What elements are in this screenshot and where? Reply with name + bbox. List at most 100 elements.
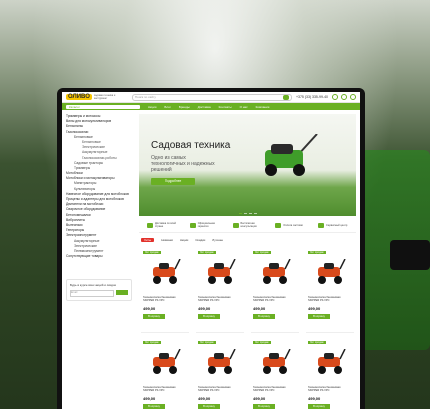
product-price: 499,00 [308, 396, 321, 401]
subscribe-email-input[interactable]: Email [70, 290, 114, 298]
user-icon[interactable] [332, 94, 338, 100]
lawn-mower-illustration [265, 134, 318, 176]
nav-link[interactable]: Доставка [198, 105, 211, 109]
logo-mark: ОЛИВО [66, 94, 92, 100]
product-badge: Хит продаж [143, 251, 161, 254]
add-to-cart-button[interactable]: В корзину [253, 404, 275, 409]
truck-icon [147, 222, 153, 228]
catalog-button[interactable]: Каталог [66, 104, 140, 109]
header-icons [332, 94, 356, 100]
subscribe-title: Будь в курсе всех акций и скидок [70, 283, 116, 288]
product-card[interactable]: Хит продаж Газонокосилка бензиновая SKIP… [196, 338, 244, 409]
nav-link[interactable]: О нас [240, 105, 248, 109]
mower-image [153, 259, 181, 284]
mower-image [153, 349, 181, 374]
product-badge: Хит продаж [198, 341, 216, 344]
product-price: 499,00 [198, 306, 211, 311]
product-price: 499,00 [143, 396, 156, 401]
add-to-cart-button[interactable]: В корзину [198, 404, 220, 409]
product-badge: Хит продаж [308, 251, 326, 254]
slider-dot[interactable] [248, 213, 252, 214]
product-card[interactable]: Хит продаж Газонокосилка бензиновая SKIP… [141, 338, 189, 409]
search-input[interactable]: Поиск по сайту [131, 93, 292, 101]
product-price: 499,00 [143, 306, 156, 311]
product-name[interactable]: Газонокосилка бензиновая SKIPPER PF-VPC [143, 386, 187, 392]
divider [306, 332, 354, 333]
tab-discounts[interactable]: Скидки [195, 238, 205, 242]
subscribe-box: Будь в курсе всех акций и скидок Email [66, 279, 132, 302]
product-grid: Хит продаж Газонокосилка бензиновая SKIP… [139, 245, 356, 409]
search-icon[interactable] [282, 94, 289, 100]
shield-icon [189, 222, 196, 228]
feature: Доставка по всей стране [147, 222, 177, 228]
add-to-cart-button[interactable]: В корзину [253, 314, 275, 319]
product-card[interactable]: Хит продаж Газонокосилка бензиновая SKIP… [306, 338, 354, 409]
slider-dot[interactable] [253, 213, 257, 214]
product-name[interactable]: Газонокосилка бензиновая SKIPPER PF-VPC [198, 296, 242, 302]
features-strip: Доставка по всей стране Официальная гара… [139, 216, 356, 233]
sidebar-item[interactable]: Сопутствующие товары [66, 254, 137, 259]
product-tabs: Хиты Новинки Акции Скидки Лучшее [139, 233, 356, 245]
divider [196, 332, 244, 333]
product-badge: Хит продаж [253, 251, 271, 254]
add-to-cart-button[interactable]: В корзину [308, 404, 330, 409]
wrench-icon [318, 222, 324, 228]
banner-subtitle: Одно из самых технологичных и надежных р… [151, 155, 215, 173]
product-card[interactable]: Хит продаж Газонокосилка бензиновая SKIP… [306, 248, 354, 333]
add-to-cart-button[interactable]: В корзину [198, 314, 220, 319]
add-to-cart-button[interactable]: В корзину [143, 314, 165, 319]
background-mower-wheel [390, 240, 430, 270]
catalog-sidebar: Триммеры и мотокосы Вилы для мотокультив… [62, 110, 137, 409]
tab-new[interactable]: Новинки [161, 238, 173, 242]
product-name[interactable]: Газонокосилка бензиновая SKIPPER PF-VPC [198, 386, 242, 392]
subscribe-button[interactable] [116, 290, 128, 296]
product-price: 499,00 [308, 306, 321, 311]
product-card[interactable]: Хит продаж Газонокосилка бензиновая SKIP… [251, 248, 299, 333]
product-card[interactable]: Хит продаж Газонокосилка бензиновая SKIP… [196, 248, 244, 333]
mower-image [263, 349, 291, 374]
product-card[interactable]: Хит продаж Газонокосилка бензиновая SKIP… [251, 338, 299, 409]
heart-icon[interactable] [341, 94, 347, 100]
tab-hits[interactable]: Хиты [141, 238, 155, 242]
add-to-cart-button[interactable]: В корзину [308, 314, 330, 319]
feature: Оплата частями [275, 222, 305, 228]
mower-image [208, 259, 236, 284]
product-name[interactable]: Газонокосилка бензиновая SKIPPER PF-VPC [143, 296, 187, 302]
slider-dot[interactable] [243, 213, 247, 214]
logo[interactable]: ОЛИВО садовая техника и инструмент [66, 94, 128, 100]
mower-image [318, 259, 346, 284]
tab-best[interactable]: Лучшее [212, 238, 223, 242]
product-badge: Хит продаж [308, 341, 326, 344]
mower-image [208, 349, 236, 374]
logo-tagline: садовая техника и инструмент [93, 94, 116, 100]
phone-number[interactable]: +375 (33) 335-99-40 [296, 95, 328, 99]
banner-title: Садовая техника [151, 140, 231, 151]
slider-dot[interactable] [238, 213, 242, 214]
mower-image [318, 349, 346, 374]
nav-link[interactable]: Компания [256, 105, 270, 109]
product-name[interactable]: Газонокосилка бензиновая SKIPPER PF-VPC [253, 386, 297, 392]
nav-link[interactable]: Блог [164, 105, 170, 109]
product-price: 499,00 [198, 396, 211, 401]
cart-icon[interactable] [350, 94, 356, 100]
product-card[interactable]: Хит продаж Газонокосилка бензиновая SKIP… [141, 248, 189, 333]
nav-link[interactable]: Контакты [219, 105, 232, 109]
chat-icon [232, 222, 239, 228]
search-placeholder: Поиск по сайту [134, 95, 156, 99]
website-screen: ОЛИВО садовая техника и инструмент Поиск… [62, 92, 360, 409]
product-badge: Хит продаж [143, 341, 161, 344]
product-name[interactable]: Газонокосилка бензиновая SKIPPER PF-VPC [308, 296, 352, 302]
product-badge: Хит продаж [198, 251, 216, 254]
feature: Бесплатная консультация [232, 222, 263, 228]
nav-link[interactable]: Бренды [179, 105, 190, 109]
slider-dots [139, 213, 356, 214]
banner-button[interactable]: Подробнее [151, 178, 195, 185]
tab-sales[interactable]: Акции [180, 238, 188, 242]
product-price: 499,00 [253, 306, 266, 311]
nav-link[interactable]: Акции [148, 105, 156, 109]
main-content: Садовая техника Одно из самых технологич… [137, 110, 360, 409]
product-name[interactable]: Газонокосилка бензиновая SKIPPER PF-VPC [253, 296, 297, 302]
add-to-cart-button[interactable]: В корзину [143, 404, 165, 409]
card-icon [275, 222, 282, 228]
product-name[interactable]: Газонокосилка бензиновая SKIPPER PF-VPC [308, 386, 352, 392]
